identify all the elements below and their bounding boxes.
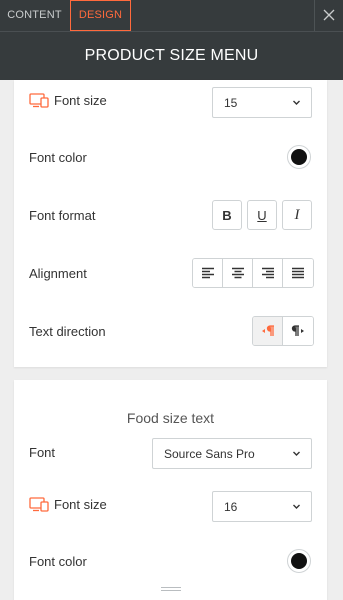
font-size-select[interactable]: 15 [212,87,312,118]
close-button[interactable] [314,0,343,31]
font-format-label: Font format [29,208,96,223]
underline-icon: U [257,207,267,223]
font-size-value: 15 [224,96,238,110]
page-title: PRODUCT SIZE MENU [84,47,259,64]
font-color-label: Font color [29,554,87,569]
text-direction-group [252,316,314,346]
text-direction-label: Text direction [29,324,106,339]
chevron-down-icon [293,504,300,509]
font-family-value: Source Sans Pro [164,447,255,461]
font-label: Font [29,445,56,460]
color-swatch [291,149,307,165]
tab-design[interactable]: DESIGN [70,0,131,31]
chevron-down-icon [293,100,300,105]
font-size-label: Font size [29,497,107,512]
align-right-button[interactable] [253,259,283,287]
align-left-icon [201,267,214,279]
close-icon [323,9,335,21]
text-style-panel: Font size 15 Font color Font format B U … [14,80,327,367]
align-left-button[interactable] [193,259,223,287]
italic-button[interactable]: I [282,200,312,230]
food-size-text-panel: Food size text Font Source Sans Pro Font… [14,380,327,600]
align-right-icon [261,267,274,279]
color-swatch [291,553,307,569]
alignment-label: Alignment [29,266,87,281]
font-color-label: Font color [29,150,87,165]
underline-button[interactable]: U [247,200,277,230]
text-direction-rtl-button[interactable] [283,317,313,345]
text-direction-rtl-icon [291,325,304,336]
font-size-label-text: Font size [54,93,107,108]
chevron-down-icon [293,451,300,456]
bold-icon: B [222,207,232,223]
font-size-select[interactable]: 16 [212,491,312,522]
align-center-icon [231,267,244,279]
font-size-label-text: Font size [54,497,107,512]
section-title: Food size text [126,410,215,426]
panel-header: PRODUCT SIZE MENU [0,31,343,80]
align-justify-button[interactable] [283,259,313,287]
tab-content[interactable]: CONTENT [0,0,69,31]
text-direction-ltr-icon [261,325,274,336]
align-justify-icon [292,267,304,279]
alignment-group [192,258,314,288]
align-center-button[interactable] [223,259,253,287]
font-color-picker[interactable] [287,549,311,573]
desktop-icon[interactable] [29,497,49,512]
text-direction-ltr-button[interactable] [253,317,283,345]
font-color-picker[interactable] [287,145,311,169]
tab-bar: CONTENT DESIGN [0,0,343,31]
font-size-value: 16 [224,500,238,514]
italic-icon: I [294,206,300,223]
font-family-select[interactable]: Source Sans Pro [152,438,312,469]
desktop-icon[interactable] [29,93,49,108]
resize-handle[interactable] [161,587,181,593]
bold-button[interactable]: B [212,200,242,230]
font-size-label: Font size [29,93,107,108]
